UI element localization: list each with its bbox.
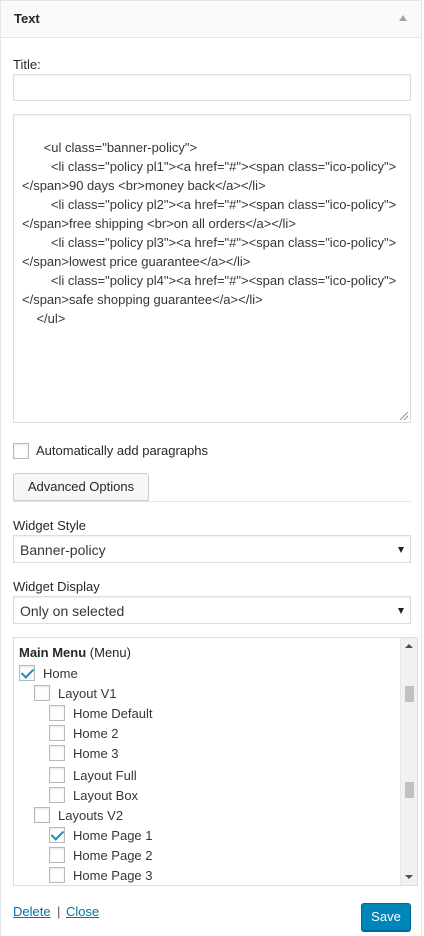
link-separator: |	[57, 904, 61, 919]
menu-item-label: Home Default	[73, 706, 153, 721]
menu-checkbox-layout-box[interactable]	[49, 787, 65, 803]
content-textarea[interactable]: <ul class="banner-policy"> <li class="po…	[13, 114, 411, 423]
menu-item-label: Layout V1	[58, 686, 117, 701]
widget-style-value: Banner-policy	[20, 542, 106, 558]
scroll-up-arrow-icon[interactable]	[405, 644, 413, 648]
widget-header[interactable]: Text	[0, 0, 422, 38]
menu-item-label: Layout Box	[73, 788, 139, 803]
menu-checkbox-home-page-1[interactable]	[49, 827, 65, 843]
menu-item-label: Layouts V2	[58, 808, 124, 823]
menu-item-label: Home Page 2	[73, 848, 153, 863]
widget-display-select[interactable]: Only on selected	[13, 596, 411, 624]
dropdown-arrow-icon	[398, 547, 404, 553]
menu-checkbox-home-2[interactable]	[49, 725, 65, 741]
menu-item-label: Home	[43, 666, 78, 681]
close-link[interactable]: Close	[66, 904, 99, 919]
scrollbar-thumb[interactable]	[405, 686, 414, 702]
menu-item-label: Home 3	[73, 746, 119, 761]
menu-heading-suffix: (Menu)	[89, 645, 131, 660]
menu-checkbox-home-3[interactable]	[49, 745, 65, 761]
menu-item-label: Home Page 3	[73, 868, 153, 883]
title-label: Title:	[13, 57, 41, 72]
menu-item-label: Home 2	[73, 726, 119, 741]
dropdown-arrow-icon	[398, 608, 404, 614]
menu-checkbox-home[interactable]	[19, 665, 35, 681]
advanced-options-button[interactable]: Advanced Options	[13, 473, 149, 501]
menu-heading: Main Menu (Menu)	[19, 645, 131, 660]
menu-item-label: Layout Full	[73, 768, 137, 783]
widget-display-label: Widget Display	[13, 579, 100, 594]
menu-heading-name: Main Menu	[19, 645, 87, 660]
title-input[interactable]	[13, 74, 411, 101]
menu-tree[interactable]: Main Menu (Menu) Home Layout V1 Home Def…	[13, 637, 418, 886]
widget-title: Text	[14, 11, 40, 26]
resize-grip-icon[interactable]	[400, 412, 408, 420]
widget-display-value: Only on selected	[20, 603, 125, 619]
menu-checkbox-layout-full[interactable]	[49, 767, 65, 783]
menu-checkbox-home-page-2[interactable]	[49, 847, 65, 863]
content-text: <ul class="banner-policy"> <li class="po…	[22, 140, 397, 326]
scroll-down-arrow-icon[interactable]	[405, 875, 413, 879]
auto-paragraphs-checkbox[interactable]	[13, 443, 29, 459]
save-button[interactable]: Save	[361, 903, 411, 931]
menu-item-label: Home Page 1	[73, 828, 153, 843]
scrollbar-thumb[interactable]	[405, 782, 414, 798]
menu-checkbox-layout-v1[interactable]	[34, 685, 50, 701]
menu-scrollbar[interactable]	[400, 638, 417, 885]
divider	[13, 501, 411, 502]
delete-link[interactable]: Delete	[13, 904, 51, 919]
menu-checkbox-layouts-v2[interactable]	[34, 807, 50, 823]
widget-style-select[interactable]: Banner-policy	[13, 535, 411, 563]
auto-paragraphs-label: Automatically add paragraphs	[36, 443, 208, 458]
menu-checkbox-home-page-3[interactable]	[49, 867, 65, 883]
menu-checkbox-home-default[interactable]	[49, 705, 65, 721]
collapse-arrow-icon[interactable]	[399, 15, 407, 21]
widget-style-label: Widget Style	[13, 518, 86, 533]
